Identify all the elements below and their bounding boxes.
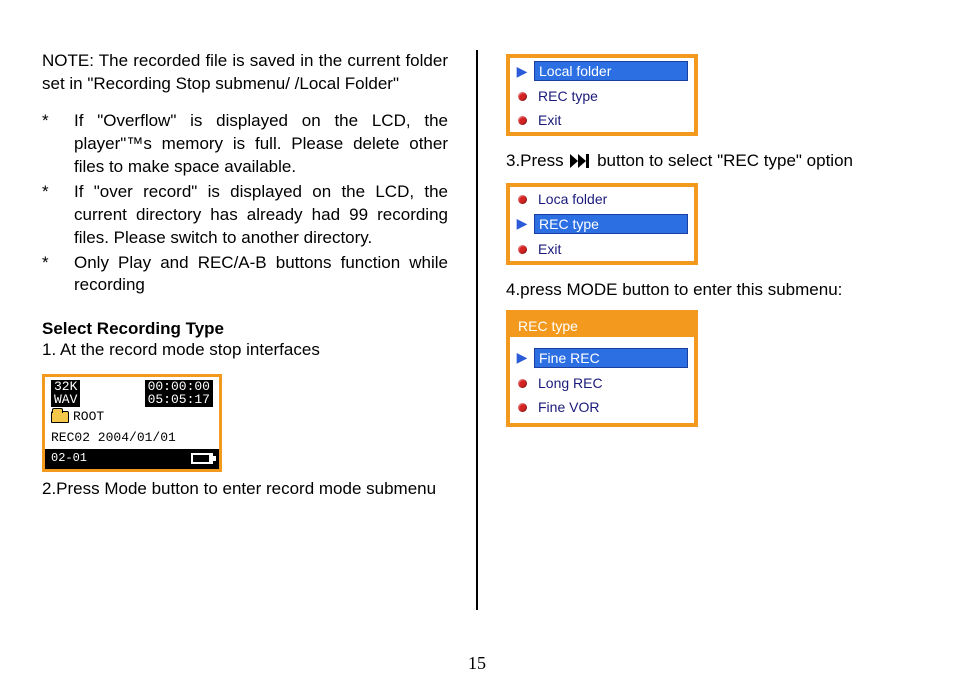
menu-item-rec-type[interactable]: ▶ REC type — [510, 211, 694, 237]
lcd-root-label: ROOT — [73, 409, 104, 424]
bullet-text: If "over record" is displayed on the LCD… — [74, 181, 448, 250]
bullet-dot-icon — [516, 88, 528, 104]
menu-title: REC type — [510, 314, 694, 337]
menu-label: Long REC — [534, 374, 688, 392]
menu-label: Exit — [534, 111, 688, 129]
menu-item-exit[interactable]: Exit — [510, 237, 694, 261]
selection-arrow-icon: ▶ — [516, 63, 528, 80]
selection-arrow-icon: ▶ — [516, 349, 528, 366]
menu-label: Exit — [534, 240, 688, 258]
menu-label: REC type — [534, 214, 688, 234]
bullet-dot-icon — [516, 112, 528, 128]
selection-arrow-icon: ▶ — [516, 215, 528, 232]
lcd-record-mode: 32K WAV 00:00:00 05:05:17 ROOT REC02 200… — [42, 374, 222, 472]
bullet-text: If "Overflow" is displayed on the LCD, t… — [74, 110, 448, 179]
bullet-list: * If "Overflow" is displayed on the LCD,… — [42, 110, 448, 300]
bullet-item: * If "over record" is displayed on the L… — [42, 181, 448, 250]
bullet-dot-icon — [516, 191, 528, 207]
submenu-rec-type-options: REC type ▶ Fine REC Long REC Fine VOR — [506, 310, 698, 427]
submenu-local-folder: ▶ Local folder REC type Exit — [506, 54, 698, 136]
menu-item-fine-rec[interactable]: ▶ Fine REC — [510, 345, 694, 371]
bullet-item: * Only Play and REC/A-B buttons function… — [42, 252, 448, 298]
menu-label: Local folder — [534, 61, 688, 81]
step-1: 1. At the record mode stop interfaces — [42, 339, 448, 362]
menu-item-exit[interactable]: Exit — [510, 108, 694, 132]
menu-label: Loca folder — [534, 190, 688, 208]
bullet-star: * — [42, 110, 74, 179]
bullet-text: Only Play and REC/A-B buttons function w… — [74, 252, 448, 298]
fast-forward-icon — [570, 152, 590, 175]
lcd-index: 02-01 — [51, 451, 87, 465]
bullet-dot-icon — [516, 241, 528, 257]
step-4: 4.press MODE button to enter this submen… — [506, 279, 912, 302]
bullet-dot-icon — [516, 399, 528, 415]
submenu-rec-type-select: Loca folder ▶ REC type Exit — [506, 183, 698, 265]
menu-item-long-rec[interactable]: Long REC — [510, 371, 694, 395]
bullet-dot-icon — [516, 375, 528, 391]
menu-item-rec-type[interactable]: REC type — [510, 84, 694, 108]
menu-label: Fine VOR — [534, 398, 688, 416]
menu-item-local-folder[interactable]: Loca folder — [510, 187, 694, 211]
page-number: 15 — [468, 653, 486, 674]
lcd-rec-line: REC02 2004/01/01 — [45, 426, 219, 449]
section-heading: Select Recording Type — [42, 319, 448, 339]
step-3: 3.Press button to select "REC type" opti… — [506, 150, 912, 175]
menu-label: Fine REC — [534, 348, 688, 368]
note-text: NOTE: The recorded file is saved in the … — [42, 50, 448, 96]
battery-icon — [191, 453, 213, 464]
step-2: 2.Press Mode button to enter record mode… — [42, 478, 448, 501]
lcd-format: WAV — [54, 394, 77, 406]
menu-item-local-folder[interactable]: ▶ Local folder — [510, 58, 694, 84]
lcd-time-b: 05:05:17 — [148, 394, 210, 406]
menu-label: REC type — [534, 87, 688, 105]
bullet-star: * — [42, 252, 74, 298]
folder-icon — [51, 411, 69, 423]
bullet-star: * — [42, 181, 74, 250]
bullet-item: * If "Overflow" is displayed on the LCD,… — [42, 110, 448, 179]
menu-item-fine-vor[interactable]: Fine VOR — [510, 395, 694, 419]
